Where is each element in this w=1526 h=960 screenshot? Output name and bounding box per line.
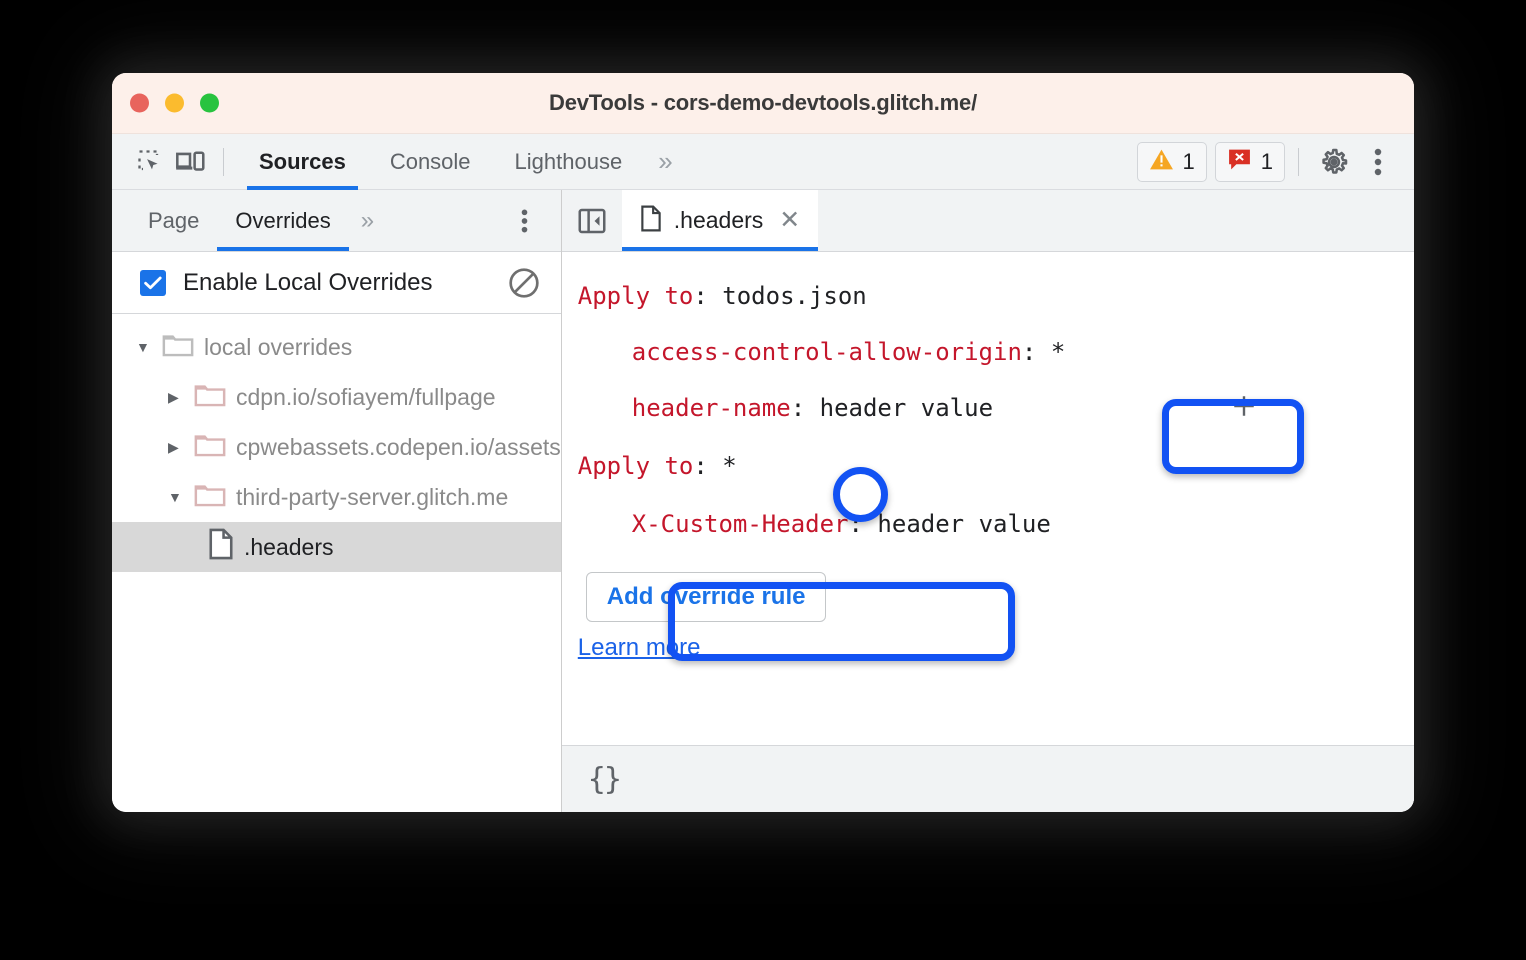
header-colon-2-1: :	[848, 510, 878, 538]
navigator-kebab-menu-icon[interactable]	[507, 203, 543, 239]
tree-row-third-party-server[interactable]: ▼ third-party-server.glitch.me	[112, 472, 561, 522]
device-toolbar-icon[interactable]	[170, 142, 210, 182]
plus-icon[interactable]	[1029, 369, 1257, 447]
header-colon-1-1: :	[1021, 338, 1051, 366]
apply-to-label-2: Apply to	[577, 452, 694, 480]
folder-icon	[194, 431, 226, 463]
header-row-1-1[interactable]: access-control-allow-origin: *	[562, 332, 1414, 372]
apply-to-colon-1: :	[693, 282, 723, 310]
apply-to-row-2[interactable]: Apply to: *	[562, 446, 1414, 486]
more-panels-icon[interactable]: »	[644, 134, 683, 190]
chevron-right-icon[interactable]: ▶	[168, 439, 194, 456]
trash-icon[interactable]	[1291, 369, 1414, 447]
more-navigator-tabs-label: »	[360, 206, 374, 234]
clear-configuration-icon[interactable]	[505, 264, 543, 302]
chevron-right-icon[interactable]: ▶	[168, 389, 194, 406]
chevron-down-icon[interactable]: ▼	[168, 489, 194, 505]
apply-to-value-2[interactable]: *	[722, 454, 736, 478]
tab-console[interactable]: Console	[368, 134, 493, 190]
nav-tab-page-label: Page	[148, 207, 200, 233]
nav-tab-page[interactable]: Page	[130, 190, 217, 251]
headers-editor-body: Apply to: todos.json access-control-allo…	[562, 252, 1414, 745]
tree-label: local overrides	[204, 333, 353, 360]
show-navigator-icon[interactable]	[562, 190, 622, 251]
tab-sources-label: Sources	[259, 148, 346, 174]
tree-label: cpwebassets.codepen.io/assets	[236, 433, 561, 460]
more-navigator-tabs-icon[interactable]: »	[349, 190, 383, 251]
nav-tab-overrides-label: Overrides	[235, 207, 331, 233]
editor-pane: .headers ✕ Apply to: todos.json access-c…	[561, 190, 1414, 812]
apply-to-value-1[interactable]: todos.json	[722, 284, 867, 308]
gear-icon[interactable]	[1312, 140, 1356, 184]
devtools-body: Page Overrides » Enable Local Overrides …	[112, 190, 1414, 812]
header-value-1-1[interactable]: *	[1051, 340, 1065, 364]
tree-row-cdpn[interactable]: ▶ cdpn.io/sofiayem/fullpage	[112, 372, 561, 422]
kebab-menu-icon[interactable]	[1356, 140, 1400, 184]
warning-count: 1	[1182, 148, 1195, 174]
tab-lighthouse[interactable]: Lighthouse	[493, 134, 645, 190]
error-count: 1	[1260, 148, 1273, 174]
apply-to-row-1[interactable]: Apply to: todos.json	[562, 276, 1414, 316]
tab-console-label: Console	[389, 148, 471, 174]
error-badge-icon	[1227, 148, 1252, 176]
tree-row-headers-file[interactable]: .headers	[112, 522, 561, 572]
navigator-tabs: Page Overrides »	[112, 190, 561, 252]
learn-more-link[interactable]: Learn more	[578, 634, 701, 662]
more-panels-label: »	[658, 146, 673, 176]
toolbar-divider	[223, 147, 224, 176]
tab-sources[interactable]: Sources	[237, 134, 368, 190]
file-icon	[208, 528, 234, 566]
tree-row-cpwebassets[interactable]: ▶ cpwebassets.codepen.io/assets	[112, 422, 561, 472]
header-name-1-2[interactable]: header-name	[632, 396, 791, 420]
tree-label: third-party-server.glitch.me	[236, 483, 509, 510]
header-row-2-1[interactable]: X-Custom-Header: header value	[562, 504, 1414, 544]
close-icon[interactable]: ✕	[779, 208, 800, 233]
apply-to-colon-2: :	[693, 452, 723, 480]
panel-tabs: Sources Console Lighthouse »	[237, 134, 684, 190]
header-colon-1-2: :	[790, 394, 820, 422]
devtools-window: DevTools - cors-demo-devtools.glitch.me/…	[112, 73, 1414, 812]
header-name-2-1[interactable]: X-Custom-Header	[632, 512, 849, 536]
tree-label: cdpn.io/sofiayem/fullpage	[236, 383, 496, 410]
devtools-main-toolbar: Sources Console Lighthouse » 1 1	[112, 134, 1414, 190]
add-override-rule-label: Add override rule	[606, 583, 806, 610]
pretty-print-icon[interactable]: {}	[588, 762, 622, 797]
enable-local-overrides-label: Enable Local Overrides	[183, 268, 433, 296]
tab-lighthouse-label: Lighthouse	[514, 148, 623, 174]
editor-tab-bar: .headers ✕	[561, 190, 1414, 252]
window-titlebar: DevTools - cors-demo-devtools.glitch.me/	[112, 73, 1414, 134]
header-value-1-2[interactable]: header value	[820, 396, 993, 420]
nav-tab-overrides[interactable]: Overrides	[217, 190, 350, 251]
tree-row-local-overrides[interactable]: ▼ local overrides	[112, 322, 561, 372]
enable-local-overrides-checkbox[interactable]	[140, 269, 166, 296]
folder-icon	[194, 481, 226, 513]
sources-navigator: Page Overrides » Enable Local Overrides …	[112, 190, 562, 812]
apply-to-label-1: Apply to	[577, 282, 694, 310]
chevron-down-icon[interactable]: ▼	[136, 339, 162, 355]
editor-status-bar: {}	[561, 745, 1414, 812]
folder-icon	[194, 381, 226, 413]
enable-overrides-row: Enable Local Overrides	[112, 252, 561, 314]
file-icon	[640, 205, 662, 237]
error-count-button[interactable]: 1	[1214, 141, 1285, 182]
header-name-1-1[interactable]: access-control-allow-origin	[632, 340, 1022, 364]
window-title: DevTools - cors-demo-devtools.glitch.me/	[549, 90, 977, 115]
toolbar-divider-2	[1298, 147, 1299, 176]
editor-tab-label: .headers	[673, 207, 764, 233]
inspect-element-icon[interactable]	[130, 142, 170, 182]
add-override-rule-button[interactable]: Add override rule	[585, 572, 827, 622]
warning-count-button[interactable]: 1	[1136, 141, 1207, 182]
editor-tab-headers[interactable]: .headers ✕	[621, 190, 819, 251]
header-row-1-2[interactable]: header-name: header value	[562, 388, 1414, 428]
folder-icon	[162, 331, 194, 363]
header-value-2-1[interactable]: header value	[877, 512, 1050, 536]
overrides-file-tree: ▼ local overrides ▶ cdpn.io/sofiayem/ful…	[112, 314, 561, 812]
warning-triangle-icon	[1149, 148, 1174, 176]
tree-label: .headers	[244, 533, 334, 560]
